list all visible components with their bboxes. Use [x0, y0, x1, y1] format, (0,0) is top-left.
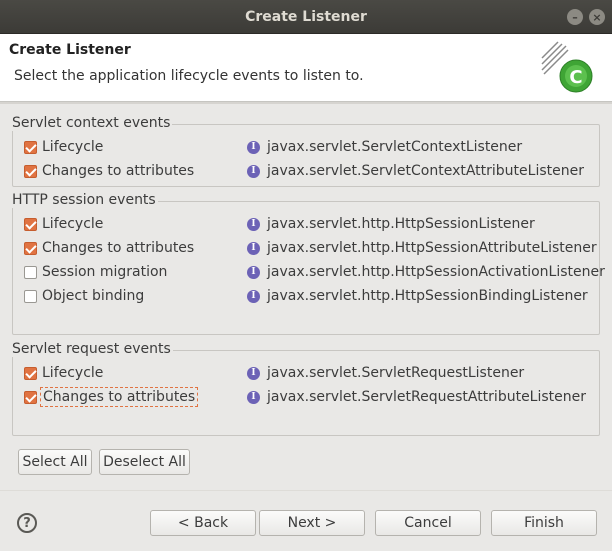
svg-text:C: C: [569, 67, 582, 88]
request-attributes-interface: I javax.servlet.ServletRequestAttributeL…: [247, 387, 586, 407]
session-lifecycle-interface: I javax.servlet.http.HttpSessionListener: [247, 214, 535, 234]
interface-icon: I: [247, 217, 260, 231]
interface-icon: I: [247, 366, 260, 380]
servlet-request-events-label: Servlet request events: [12, 341, 173, 357]
session-attributes-checkbox[interactable]: [24, 241, 37, 255]
context-attributes-label[interactable]: Changes to attributes: [42, 163, 194, 179]
window-title: Create Listener: [245, 8, 367, 25]
request-lifecycle-row[interactable]: Lifecycle: [24, 363, 103, 383]
interface-icon: I: [247, 140, 260, 154]
interface-name: javax.servlet.ServletRequestListener: [267, 365, 525, 381]
wizard-description: Select the application lifecycle events …: [14, 68, 364, 84]
close-button[interactable]: ×: [589, 9, 605, 25]
http-session-events-label: HTTP session events: [12, 192, 158, 208]
request-lifecycle-interface: I javax.servlet.ServletRequestListener: [247, 363, 524, 383]
session-migration-row[interactable]: Session migration: [24, 262, 167, 282]
object-binding-row[interactable]: Object binding: [24, 286, 144, 306]
context-lifecycle-checkbox[interactable]: [24, 140, 37, 154]
title-bar[interactable]: Create Listener – ×: [0, 0, 612, 34]
deselect-all-button[interactable]: Deselect All: [99, 449, 190, 475]
context-attributes-checkbox[interactable]: [24, 164, 37, 178]
interface-name: javax.servlet.ServletContextAttributeLis…: [267, 163, 584, 179]
object-binding-checkbox[interactable]: [24, 289, 37, 303]
footer-separator: [0, 490, 612, 491]
request-attributes-label[interactable]: Changes to attributes: [39, 387, 199, 407]
context-lifecycle-label[interactable]: Lifecycle: [42, 139, 103, 155]
object-binding-label[interactable]: Object binding: [42, 288, 144, 304]
interface-icon: I: [247, 265, 260, 279]
interface-name: javax.servlet.ServletContextListener: [267, 139, 523, 155]
request-lifecycle-checkbox[interactable]: [24, 366, 37, 380]
select-all-button[interactable]: Select All: [18, 449, 92, 475]
interface-name: javax.servlet.ServletRequestAttributeLis…: [267, 389, 587, 405]
session-migration-label[interactable]: Session migration: [42, 264, 167, 280]
session-attributes-interface: I javax.servlet.http.HttpSessionAttribut…: [247, 238, 597, 258]
interface-name: javax.servlet.http.HttpSessionAttributeL…: [267, 240, 597, 256]
interface-icon: I: [247, 289, 260, 303]
session-lifecycle-label[interactable]: Lifecycle: [42, 216, 103, 232]
session-lifecycle-checkbox[interactable]: [24, 217, 37, 231]
cancel-button[interactable]: Cancel: [375, 510, 481, 536]
interface-name: javax.servlet.http.HttpSessionBindingLis…: [267, 288, 588, 304]
request-attributes-row[interactable]: Changes to attributes: [24, 387, 199, 407]
request-lifecycle-label[interactable]: Lifecycle: [42, 365, 103, 381]
interface-name: javax.servlet.http.HttpSessionListener: [267, 216, 535, 232]
session-attributes-label[interactable]: Changes to attributes: [42, 240, 194, 256]
session-lifecycle-row[interactable]: Lifecycle: [24, 214, 103, 234]
request-attributes-checkbox[interactable]: [24, 390, 37, 404]
session-migration-interface: I javax.servlet.http.HttpSessionActivati…: [247, 262, 605, 282]
back-button[interactable]: < Back: [150, 510, 256, 536]
interface-icon: I: [247, 164, 260, 178]
context-attributes-row[interactable]: Changes to attributes: [24, 161, 194, 181]
interface-icon: I: [247, 241, 260, 255]
context-lifecycle-interface: I javax.servlet.ServletContextListener: [247, 137, 522, 157]
header-separator: [0, 102, 612, 104]
object-binding-interface: I javax.servlet.http.HttpSessionBindingL…: [247, 286, 588, 306]
wizard-title: Create Listener: [9, 42, 131, 58]
listener-wizard-logo-icon: C: [541, 41, 593, 93]
session-attributes-row[interactable]: Changes to attributes: [24, 238, 194, 258]
session-migration-checkbox[interactable]: [24, 265, 37, 279]
interface-name: javax.servlet.http.HttpSessionActivation…: [267, 264, 605, 280]
finish-button[interactable]: Finish: [491, 510, 597, 536]
help-icon[interactable]: ?: [17, 513, 37, 533]
interface-icon: I: [247, 390, 260, 404]
next-button[interactable]: Next >: [259, 510, 365, 536]
context-lifecycle-row[interactable]: Lifecycle: [24, 137, 103, 157]
wizard-header: Create Listener Select the application l…: [0, 34, 612, 102]
minimize-button[interactable]: –: [567, 9, 583, 25]
context-attributes-interface: I javax.servlet.ServletContextAttributeL…: [247, 161, 584, 181]
servlet-context-events-label: Servlet context events: [12, 115, 173, 131]
